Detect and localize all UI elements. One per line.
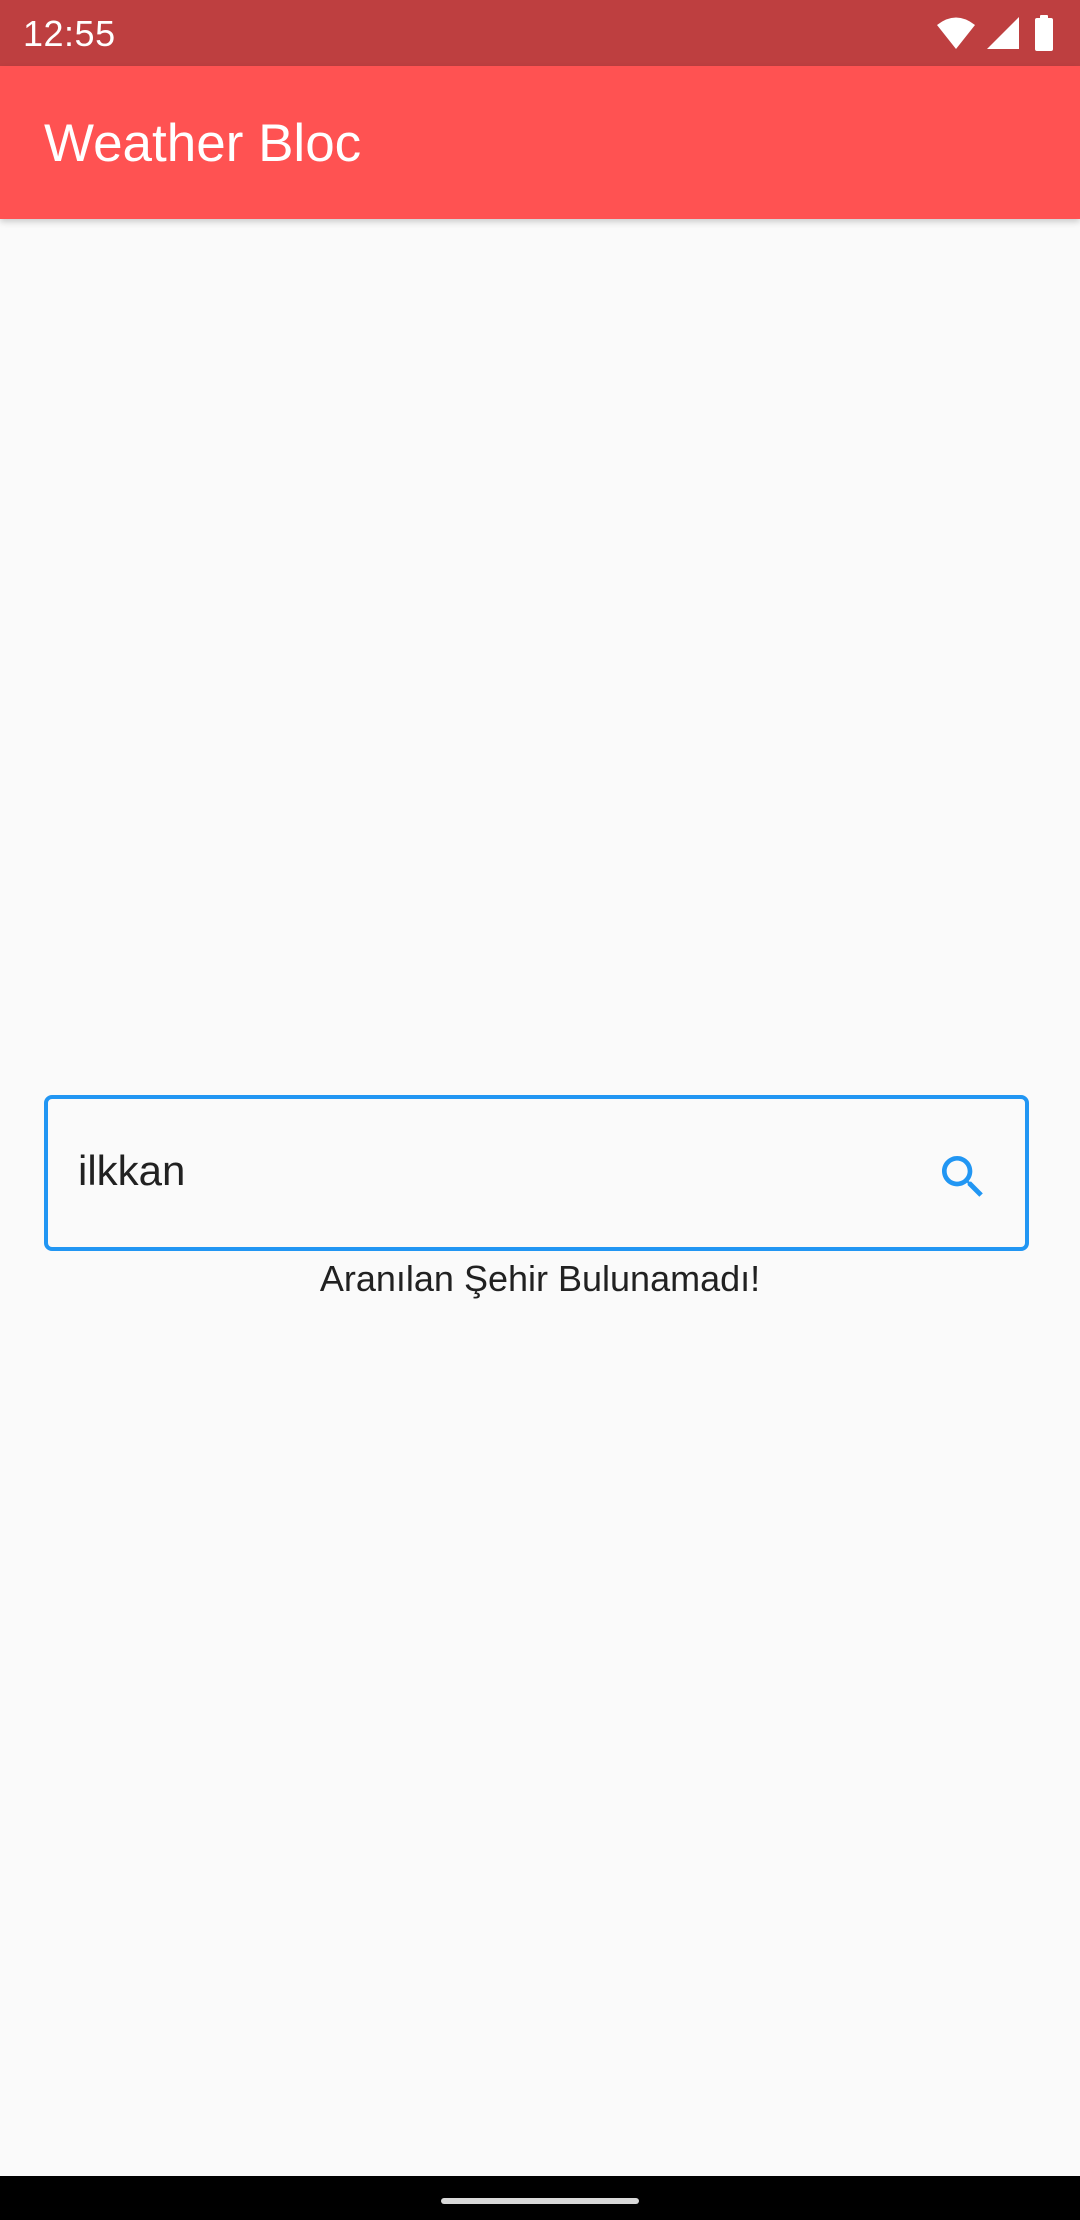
search-icon[interactable] bbox=[935, 1149, 991, 1205]
system-nav-bar bbox=[0, 2176, 1080, 2220]
app-bar: Weather Bloc bbox=[0, 66, 1080, 219]
status-time: 12:55 bbox=[23, 13, 116, 54]
status-icons bbox=[936, 15, 1054, 51]
home-gesture-handle[interactable] bbox=[441, 2198, 639, 2204]
signal-icon bbox=[986, 16, 1020, 50]
search-input-value[interactable]: ilkkan bbox=[78, 1143, 185, 1199]
search-input[interactable]: ilkkan bbox=[44, 1095, 1029, 1251]
screen: 12:55 Weather Bloc ilkkan Aranılan Şehir… bbox=[0, 0, 1080, 2220]
app-title: Weather Bloc bbox=[44, 114, 362, 173]
wifi-icon bbox=[936, 16, 976, 50]
not-found-message: Aranılan Şehir Bulunamadı! bbox=[319, 1258, 761, 1299]
status-bar: 12:55 bbox=[0, 0, 1080, 66]
battery-icon bbox=[1034, 15, 1054, 51]
